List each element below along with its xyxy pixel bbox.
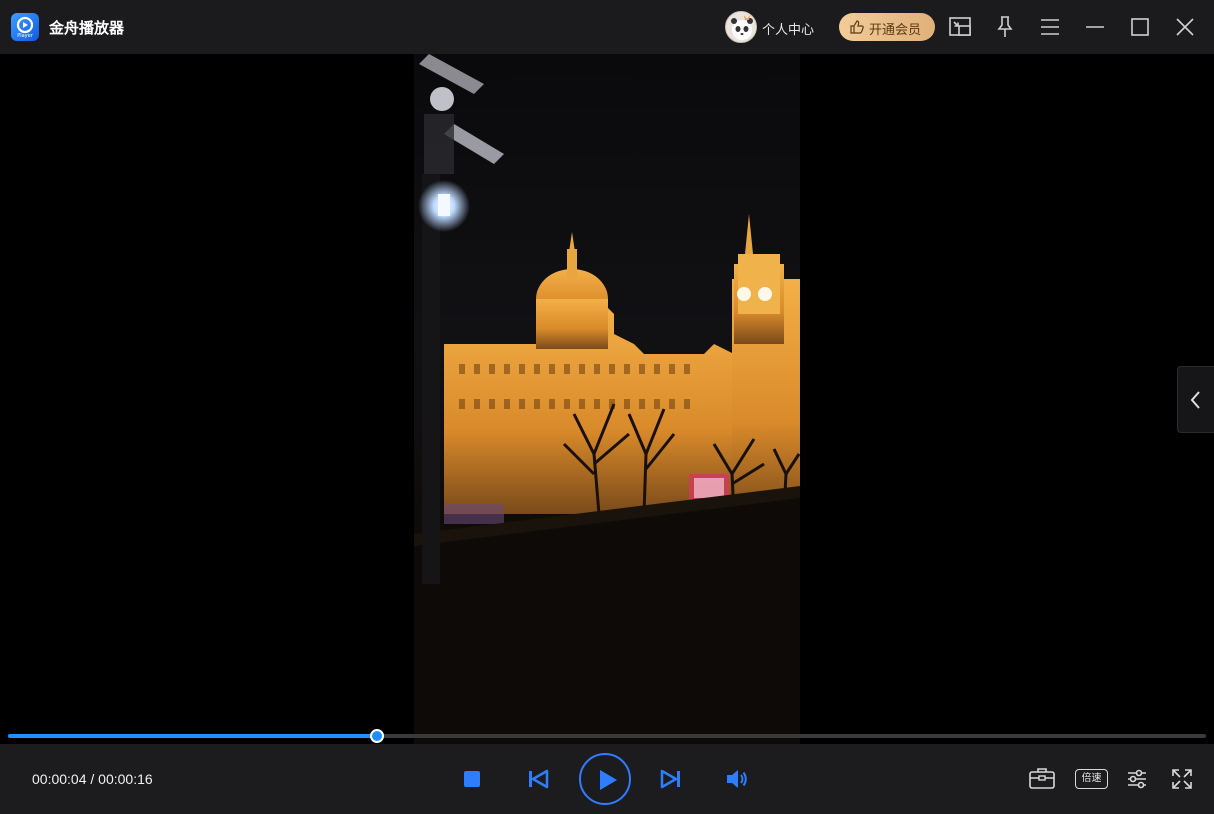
previous-button[interactable] xyxy=(527,768,549,794)
progress-knob[interactable] xyxy=(369,729,384,743)
chevron-left-icon xyxy=(1190,391,1200,409)
skip-previous-icon xyxy=(529,769,549,789)
volume-button[interactable] xyxy=(725,768,749,794)
progress-fill xyxy=(8,734,377,738)
user-center-link[interactable]: 个人中心 xyxy=(762,19,814,38)
screen-cast-icon[interactable] xyxy=(946,13,974,41)
next-button[interactable] xyxy=(660,768,682,794)
time-display: 00:00:04 / 00:00:16 xyxy=(32,771,153,787)
stop-icon xyxy=(464,771,480,787)
app-title: 金舟播放器 xyxy=(49,19,125,37)
app-logo: Player xyxy=(11,13,39,41)
minimize-icon[interactable] xyxy=(1081,13,1109,41)
user-avatar[interactable] xyxy=(725,11,757,43)
open-vip-button[interactable]: 开通会员 xyxy=(839,13,935,41)
sliders-icon xyxy=(1128,769,1146,789)
play-icon xyxy=(600,770,617,790)
close-icon[interactable] xyxy=(1171,13,1199,41)
toolbox-button[interactable] xyxy=(1028,766,1056,794)
open-vip-label: 开通会员 xyxy=(869,23,922,38)
fullscreen-button[interactable] xyxy=(1170,767,1194,795)
app-logo-subtext: Player xyxy=(17,33,33,39)
pin-icon[interactable] xyxy=(991,13,1019,41)
fullscreen-icon xyxy=(1172,769,1192,789)
volume-icon xyxy=(727,770,747,788)
settings-button[interactable] xyxy=(1125,767,1149,795)
playback-speed-button[interactable]: 倍速 xyxy=(1075,769,1108,789)
side-panel-toggle[interactable] xyxy=(1177,366,1214,433)
thumbs-up-icon xyxy=(849,19,865,39)
control-bar: 00:00:04 / 00:00:16 倍速 xyxy=(0,744,1214,814)
title-bar: Player 金舟播放器 个人中心 开通会员 xyxy=(0,0,1214,54)
video-area[interactable] xyxy=(0,54,1214,744)
skip-next-icon xyxy=(660,769,680,789)
maximize-icon[interactable] xyxy=(1126,13,1154,41)
progress-bar[interactable] xyxy=(8,729,1206,743)
stop-button[interactable] xyxy=(462,769,482,793)
toolbox-icon xyxy=(1029,768,1055,789)
video-frame xyxy=(414,54,800,744)
play-button[interactable] xyxy=(579,753,631,805)
menu-icon[interactable] xyxy=(1036,13,1064,41)
